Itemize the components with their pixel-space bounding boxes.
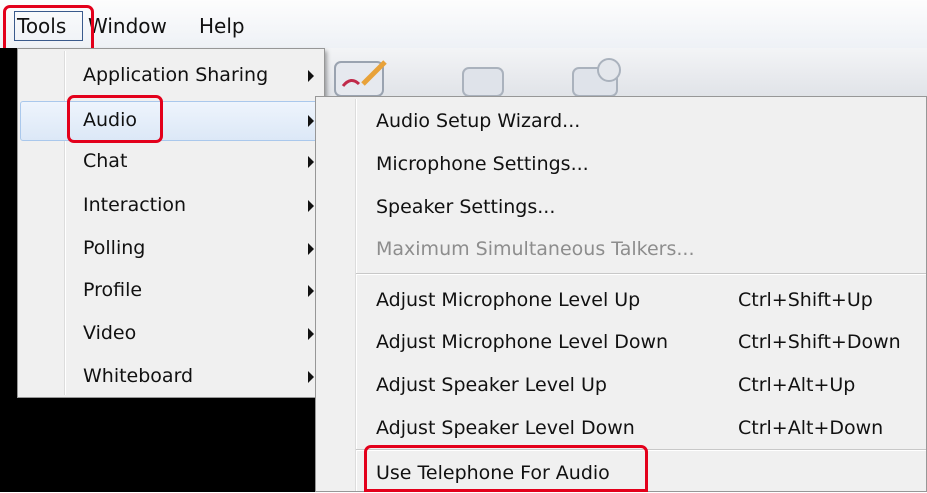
- menu-item-label: Speaker Settings...: [376, 196, 556, 218]
- submenu-arrow-icon: [308, 156, 314, 168]
- audio-submenu: Audio Setup Wizard... Microphone Setting…: [315, 96, 927, 492]
- tools-item-application-sharing[interactable]: Application Sharing: [20, 56, 322, 96]
- submenu-arrow-icon: [308, 285, 314, 297]
- menu-item-label: Adjust Speaker Level Up: [376, 374, 607, 396]
- menu-window[interactable]: Window: [88, 14, 167, 38]
- audio-item-speaker-settings[interactable]: Speaker Settings...: [316, 187, 926, 227]
- submenu-arrow-icon: [308, 70, 314, 82]
- menu-item-label: Adjust Microphone Level Down: [376, 331, 669, 353]
- menu-item-label: Chat: [83, 150, 128, 172]
- menu-item-label: Adjust Speaker Level Down: [376, 417, 635, 439]
- menu-item-shortcut: Ctrl+Alt+Up: [738, 374, 856, 396]
- tools-item-polling[interactable]: Polling: [20, 229, 322, 269]
- audio-item-speaker-level-up[interactable]: Adjust Speaker Level Up Ctrl+Alt+Up: [316, 365, 926, 405]
- audio-item-setup-wizard[interactable]: Audio Setup Wizard...: [316, 101, 926, 141]
- chat-tool-icon[interactable]: [457, 58, 513, 98]
- tools-item-audio[interactable]: Audio: [20, 101, 322, 141]
- audio-item-max-simultaneous-talkers: Maximum Simultaneous Talkers...: [316, 229, 926, 269]
- tools-item-chat[interactable]: Chat: [20, 142, 322, 182]
- globe-tool-icon[interactable]: [569, 58, 625, 98]
- audio-item-microphone-settings[interactable]: Microphone Settings...: [316, 144, 926, 184]
- menu-item-label: Application Sharing: [83, 64, 269, 86]
- menu-item-label: Audio Setup Wizard...: [376, 110, 581, 132]
- menu-item-label: Interaction: [83, 194, 187, 216]
- audio-item-mic-level-up[interactable]: Adjust Microphone Level Up Ctrl+Shift+Up: [316, 280, 926, 320]
- menu-item-label: Profile: [83, 279, 143, 301]
- menu-item-shortcut: Ctrl+Shift+Down: [738, 331, 901, 353]
- menu-item-label: Maximum Simultaneous Talkers...: [376, 238, 695, 260]
- menu-item-label: Microphone Settings...: [376, 153, 589, 175]
- menu-bar: Tools Window Help: [0, 0, 927, 49]
- tools-item-whiteboard[interactable]: Whiteboard: [20, 357, 322, 397]
- submenu-arrow-icon: [308, 243, 314, 255]
- submenu-arrow-icon: [308, 371, 314, 383]
- menu-item-label: Adjust Microphone Level Up: [376, 289, 641, 311]
- audio-item-mic-level-down[interactable]: Adjust Microphone Level Down Ctrl+Shift+…: [316, 322, 926, 362]
- submenu-arrow-icon: [308, 115, 314, 127]
- menu-item-label: Whiteboard: [83, 365, 194, 387]
- menu-item-shortcut: Ctrl+Alt+Down: [738, 417, 884, 439]
- audio-item-speaker-level-down[interactable]: Adjust Speaker Level Down Ctrl+Alt+Down: [316, 408, 926, 448]
- menu-item-label: Video: [83, 322, 137, 344]
- tools-dropdown: Application Sharing Audio Chat Interacti…: [17, 48, 325, 398]
- highlight-audio: [67, 95, 163, 143]
- whiteboard-tool-icon[interactable]: [333, 58, 389, 98]
- submenu-arrow-icon: [308, 328, 314, 340]
- menu-item-label: Polling: [83, 237, 146, 259]
- submenu-arrow-icon: [308, 200, 314, 212]
- tools-item-profile[interactable]: Profile: [20, 271, 322, 311]
- tools-item-interaction[interactable]: Interaction: [20, 186, 322, 226]
- menu-item-shortcut: Ctrl+Shift+Up: [738, 289, 873, 311]
- menu-help[interactable]: Help: [199, 14, 245, 38]
- menu-separator: [356, 273, 926, 275]
- highlight-use-telephone: [364, 445, 648, 492]
- tools-item-video[interactable]: Video: [20, 314, 322, 354]
- app-toolbar: [325, 48, 927, 101]
